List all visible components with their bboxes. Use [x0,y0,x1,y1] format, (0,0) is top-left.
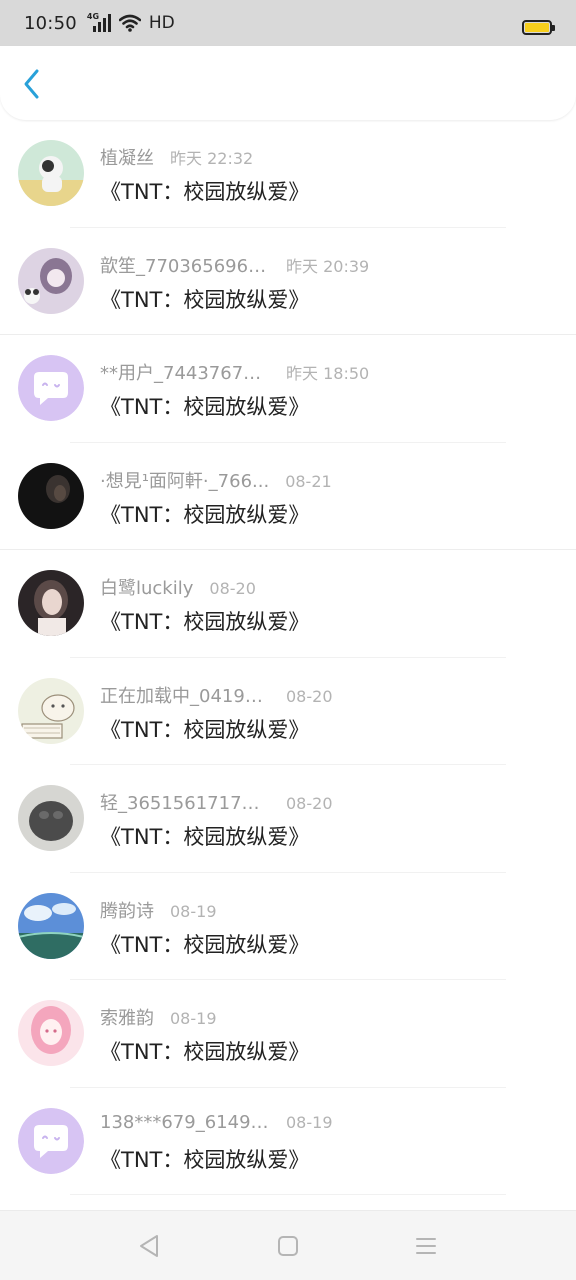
default-chat-icon [18,355,84,421]
nav-menu-button[interactable] [413,1233,439,1259]
signal-icon: 4G [87,13,113,33]
item-text: 《TNT：校园放纵爱》 [100,610,310,634]
list-item[interactable]: 白鹭luckily 08-20 《TNT：校园放纵爱》 [0,550,576,658]
list-item[interactable]: 正在加载中_04191... 08-20 《TNT：校园放纵爱》 [0,658,576,765]
triangle-back-icon [140,1235,158,1257]
hd-label: HD [148,13,175,33]
user-name[interactable]: 歆笙_7703656962... [100,252,270,278]
status-icons: 4G HD [87,13,175,34]
avatar[interactable] [18,1000,84,1066]
item-time: 昨天 18:50 [286,364,370,383]
default-avatar[interactable] [18,1107,84,1174]
item-time: 08-20 [286,794,333,813]
user-name[interactable]: 138***679_614936... [100,1112,270,1133]
back-button[interactable] [14,64,50,104]
item-text: 《TNT：校园放纵爱》 [100,287,310,312]
system-nav-bar [0,1210,576,1280]
avatar[interactable] [18,462,84,529]
battery-icon [522,20,555,35]
item-time: 08-20 [286,686,333,706]
user-name[interactable]: 腾韵诗 [100,897,154,923]
list-item[interactable]: 歆笙_7703656962... 昨天 20:39 《TNT：校园放纵爱》 [0,228,576,335]
item-text: 《TNT：校园放纵爱》 [100,825,310,849]
default-chat-icon [18,1107,84,1174]
divider [70,1194,506,1195]
menu-lines-icon [416,1238,436,1254]
item-time: 08-19 [170,1009,217,1028]
item-time: 08-20 [209,579,256,598]
top-nav [0,46,576,120]
avatar[interactable] [18,247,84,314]
avatar[interactable] [18,140,84,206]
chevron-left-icon [24,69,39,99]
nav-home-button[interactable] [275,1233,301,1259]
user-name[interactable]: 白鹭luckily [100,574,193,600]
avatar[interactable] [18,677,84,744]
user-name[interactable]: **用户_744376735... [100,359,270,385]
item-text: 《TNT：校园放纵爱》 [100,180,310,204]
list-item[interactable]: 索雅韵 08-19 《TNT：校园放纵爱》 [0,980,576,1088]
status-bar: 10:50 4G HD [0,0,576,46]
wifi-icon [118,14,141,32]
avatar[interactable] [18,570,84,636]
list-item[interactable]: 138***679_614936... 08-19 《TNT：校园放纵爱》 [0,1088,576,1195]
avatar[interactable] [18,785,84,851]
avatar[interactable] [18,892,84,959]
user-name[interactable]: 植凝丝 [100,144,154,170]
nav-back-button[interactable] [136,1233,162,1259]
item-text: 《TNT：校园放纵爱》 [100,395,310,419]
item-text: 《TNT：校园放纵爱》 [100,717,310,742]
status-time: 10:50 [24,12,77,34]
item-text: 《TNT：校园放纵爱》 [100,502,310,527]
list-item[interactable]: 腾韵诗 08-19 《TNT：校园放纵爱》 [0,873,576,980]
list-item[interactable]: 轻_365156171781... 08-20 《TNT：校园放纵爱》 [0,765,576,873]
user-name[interactable]: 索雅韵 [100,1004,154,1030]
item-time: 昨天 22:32 [170,149,254,168]
item-time: 08-19 [170,901,217,921]
item-text: 《TNT：校园放纵爱》 [100,932,310,957]
item-text: 《TNT：校园放纵爱》 [100,1040,310,1064]
list-item[interactable]: **用户_744376735... 昨天 18:50 《TNT：校园放纵爱》 [0,335,576,443]
user-name[interactable]: ·想見¹面阿軒·_766... [100,467,269,493]
user-name[interactable]: 正在加载中_04191... [100,682,270,708]
item-time: 08-19 [286,1112,333,1132]
list-item[interactable]: 植凝丝 昨天 22:32 《TNT：校园放纵爱》 [0,120,576,228]
user-list: 植凝丝 昨天 22:32 《TNT：校园放纵爱》 歆笙_7703656962..… [0,120,576,1210]
item-text: 《TNT：校园放纵爱》 [100,1147,310,1172]
user-name[interactable]: 轻_365156171781... [100,789,270,815]
list-item[interactable]: ·想見¹面阿軒·_766... 08-21 《TNT：校园放纵爱》 [0,443,576,550]
item-time: 昨天 20:39 [286,256,370,276]
item-time: 08-21 [285,471,332,491]
square-home-icon [278,1236,298,1256]
default-avatar[interactable] [18,355,84,421]
